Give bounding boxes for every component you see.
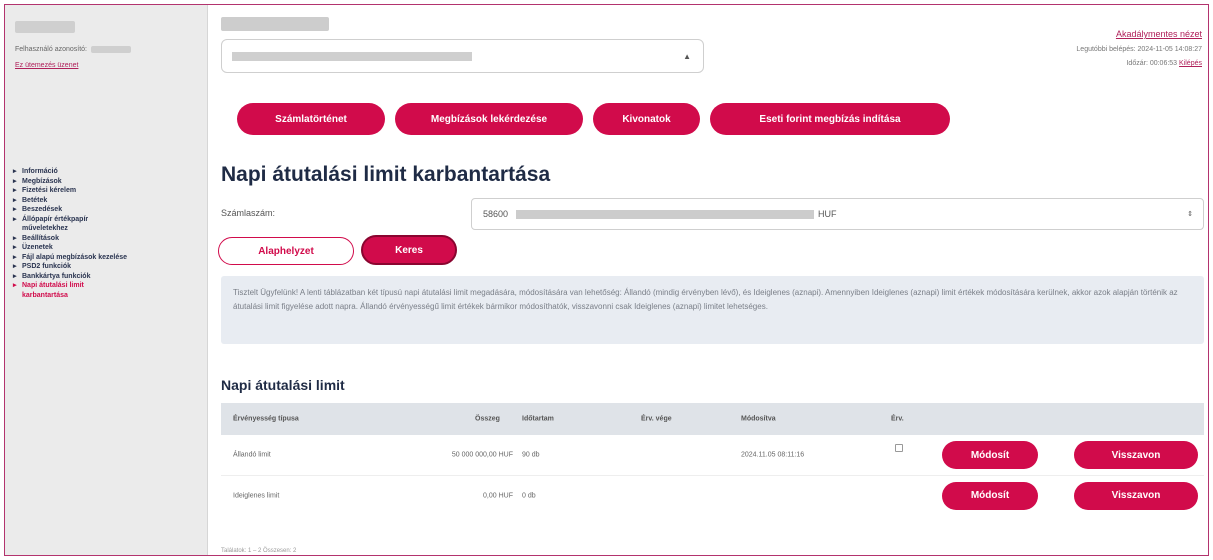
page-title: Napi átutalási limit karbantartása [221, 163, 551, 186]
table-row: Állandó limit 50 000 000,00 HUF 90 db 2024.… [221, 435, 1204, 475]
search-button[interactable]: Keres [361, 235, 457, 265]
col-modified[interactable]: Módosítva [741, 416, 776, 423]
user-id-label: Felhasználó azonosító: [15, 46, 87, 54]
sidebar: Felhasználó azonosító: Ez ütemezés üzene… [5, 5, 208, 555]
sidebar-item[interactable]: Beállítások [13, 234, 203, 244]
sidebar-message-link[interactable]: Ez ütemezés üzenet [15, 62, 200, 69]
cell-modified: 2024.11.05 08:11:16 [741, 451, 805, 459]
account-prefix: 58600 [483, 209, 509, 219]
modify-button[interactable]: Módosít [942, 441, 1038, 469]
col-type[interactable]: Érvényesség típusa [233, 416, 299, 423]
valid-checkbox[interactable] [895, 444, 903, 452]
cell-duration: 90 db [522, 451, 540, 459]
accessible-view-link[interactable]: Akadálymentes nézet [1116, 29, 1202, 39]
main-content: ▲︎ Akadálymentes nézet Legutóbbi belépés… [209, 5, 1208, 555]
app-frame: Felhasználó azonosító: Ez ütemezés üzene… [4, 4, 1209, 556]
sidebar-item[interactable]: Beszedések [13, 205, 203, 215]
account-owner-redacted [221, 17, 329, 31]
sidebar-item[interactable]: Betétek [13, 196, 203, 206]
account-number-label: Számlaszám: [221, 208, 276, 218]
user-id-redacted [91, 46, 132, 54]
sidebar-item[interactable]: műveletekhez [13, 224, 203, 234]
col-duration[interactable]: Időtartam [522, 416, 554, 423]
reset-button[interactable]: Alaphelyzet [218, 237, 354, 265]
last-login: Legutóbbi belépés: 2024-11-05 14:08:27 [1076, 46, 1202, 53]
logout-link[interactable]: Kilépés [1179, 60, 1202, 67]
sidebar-item[interactable]: PSD2 funkciók [13, 262, 203, 272]
revoke-button[interactable]: Visszavon [1074, 481, 1198, 510]
limit-table: Érvényesség típusa Összeg Időtartam Érv.… [221, 403, 1204, 515]
account-history-button[interactable]: Számlatörténet [237, 103, 385, 135]
account-select-value-redacted [232, 52, 472, 61]
col-valid-until[interactable]: Érv. vége [641, 416, 672, 423]
sidebar-item[interactable]: Megbízások [13, 177, 203, 187]
sidebar-item[interactable]: Fájl alapú megbízások kezelése [13, 253, 203, 263]
sidebar-item[interactable]: Állópapír értékpapír [13, 215, 203, 225]
col-amount[interactable]: Összeg [475, 416, 500, 423]
results-count: Találatok: 1 – 2 Összesen: 2 [221, 548, 297, 554]
modify-button[interactable]: Módosít [942, 481, 1038, 510]
chevron-updown-icon: ⇕ [1187, 211, 1193, 218]
statements-button[interactable]: Kivonatok [593, 103, 700, 135]
account-select[interactable]: ▲︎ [221, 39, 704, 73]
account-number-select[interactable]: 58600 HUF ⇕ [471, 198, 1204, 230]
select-caret-icon: ▲︎ [683, 52, 691, 61]
table-body: Állandó limit 50 000 000,00 HUF 90 db 2024.… [221, 435, 1204, 515]
account-number-redacted [516, 210, 814, 219]
action-bar: Számlatörténet Megbízások lekérdezése Kivo… [237, 103, 950, 135]
sidebar-item[interactable]: Információ [13, 167, 203, 177]
account-currency: HUF [818, 209, 837, 219]
limit-table-title: Napi átutalási limit [221, 377, 345, 393]
cell-amount: 0,00 HUF [483, 492, 513, 499]
sidebar-item[interactable]: Bankkártya funkciók [13, 272, 203, 282]
sidebar-nav: InformációMegbízásokFizetési kérelemBeté… [13, 167, 203, 300]
sidebar-user-block: Felhasználó azonosító: Ez ütemezés üzene… [15, 21, 200, 69]
cell-duration: 0 db [522, 492, 536, 499]
sidebar-item[interactable]: karbantartása [13, 291, 203, 301]
header-info: Akadálymentes nézet Legutóbbi belépés: 2… [1076, 27, 1202, 71]
cell-type: Állandó limit [233, 451, 271, 459]
cell-amount: 50 000 000,00 HUF [451, 451, 513, 459]
sidebar-item[interactable]: Napi átutalási limit [13, 281, 203, 291]
new-huf-transfer-button[interactable]: Eseti forint megbízás indítása [710, 103, 950, 135]
user-name-redacted [15, 21, 75, 33]
info-notice: Tisztelt Ügyfelünk! A lenti táblázatban … [221, 276, 1204, 344]
sidebar-item[interactable]: Fizetési kérelem [13, 186, 203, 196]
col-valid[interactable]: Érv. [891, 416, 904, 423]
revoke-button[interactable]: Visszavon [1074, 441, 1198, 469]
table-row: Ideiglenes limit 0,00 HUF 0 db Módosít Vissz… [221, 475, 1204, 515]
table-header: Érvényesség típusa Összeg Időtartam Érv.… [221, 403, 1204, 435]
session-timer: Időzár: 00:06:53 [1126, 60, 1178, 67]
orders-query-button[interactable]: Megbízások lekérdezése [395, 103, 583, 135]
sidebar-item[interactable]: Üzenetek [13, 243, 203, 253]
cell-type: Ideiglenes limit [233, 492, 280, 499]
